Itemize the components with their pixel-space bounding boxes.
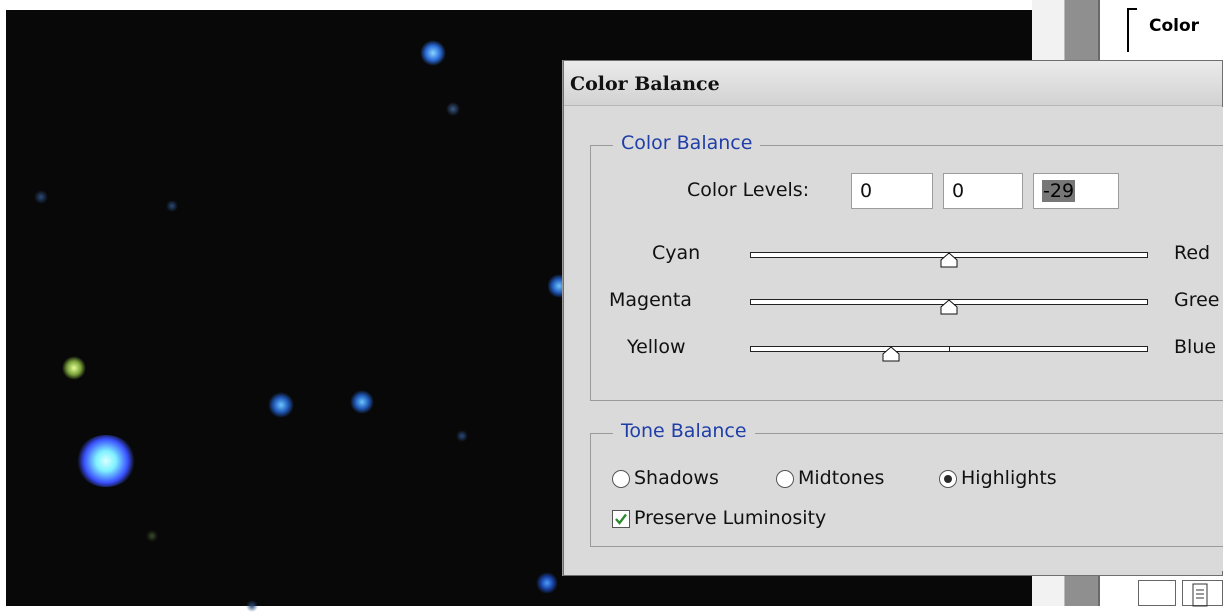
star bbox=[76, 435, 136, 487]
color-level-magenta-green-input[interactable]: 0 bbox=[943, 173, 1023, 209]
dialog-body: Color Balance Color Levels: 0 0 -29 Cyan… bbox=[568, 107, 1223, 571]
yellow-blue-slider[interactable] bbox=[750, 346, 1148, 362]
star bbox=[62, 356, 86, 380]
midtones-label[interactable]: Midtones bbox=[798, 467, 884, 489]
slider-left-label-cyan: Cyan bbox=[652, 242, 701, 264]
color-balance-dialog: Color Balance Color Balance Color Levels… bbox=[563, 60, 1223, 576]
star bbox=[146, 530, 158, 542]
slider-thumb[interactable] bbox=[940, 252, 958, 268]
tab-color[interactable]: Color bbox=[1127, 8, 1223, 52]
star bbox=[420, 40, 446, 66]
color-level-yellow-blue-input[interactable]: -29 bbox=[1033, 173, 1119, 209]
star bbox=[536, 572, 558, 594]
shadows-radio[interactable] bbox=[612, 470, 630, 488]
slider-right-label-green: Gree bbox=[1174, 289, 1220, 311]
midtones-radio[interactable] bbox=[776, 470, 794, 488]
tone-balance-legend: Tone Balance bbox=[613, 420, 755, 442]
dialog-title: Color Balance bbox=[570, 73, 720, 95]
highlights-radio[interactable] bbox=[939, 470, 957, 488]
shadows-label[interactable]: Shadows bbox=[634, 467, 719, 489]
level-value: 0 bbox=[952, 180, 965, 202]
cyan-red-slider[interactable] bbox=[750, 252, 1148, 268]
star bbox=[246, 600, 258, 612]
slider-right-label-blue: Blue bbox=[1174, 336, 1217, 358]
dialog-title-bar[interactable]: Color Balance bbox=[564, 61, 1222, 106]
slider-left-label-magenta: Magenta bbox=[609, 289, 692, 311]
preserve-luminosity-label[interactable]: Preserve Luminosity bbox=[634, 507, 826, 529]
color-balance-legend: Color Balance bbox=[613, 132, 761, 154]
slider-center-tick bbox=[949, 346, 950, 352]
color-level-cyan-red-input[interactable]: 0 bbox=[851, 173, 933, 209]
magenta-green-slider[interactable] bbox=[750, 299, 1148, 315]
star bbox=[34, 190, 48, 204]
panel-new-button[interactable] bbox=[1138, 580, 1176, 606]
slider-left-label-yellow: Yellow bbox=[627, 336, 686, 358]
tab-color-label: Color bbox=[1149, 16, 1200, 36]
slider-right-label-red: Red bbox=[1174, 242, 1211, 264]
star bbox=[446, 102, 460, 116]
highlights-label[interactable]: Highlights bbox=[961, 467, 1057, 489]
preserve-luminosity-checkbox[interactable] bbox=[612, 510, 630, 528]
star bbox=[456, 430, 468, 442]
radio-selected-dot bbox=[944, 475, 952, 483]
level-value: -29 bbox=[1042, 180, 1076, 202]
checkmark-icon bbox=[615, 513, 627, 525]
color-levels-label: Color Levels: bbox=[687, 179, 810, 201]
slider-thumb[interactable] bbox=[940, 299, 958, 315]
page-icon bbox=[1192, 583, 1208, 607]
panel-menu-button[interactable] bbox=[1182, 580, 1223, 607]
slider-thumb[interactable] bbox=[882, 346, 900, 362]
level-value: 0 bbox=[860, 180, 873, 202]
star bbox=[350, 390, 374, 414]
star bbox=[166, 200, 178, 212]
star bbox=[268, 392, 294, 418]
tone-balance-group: Tone Balance bbox=[590, 420, 1223, 547]
